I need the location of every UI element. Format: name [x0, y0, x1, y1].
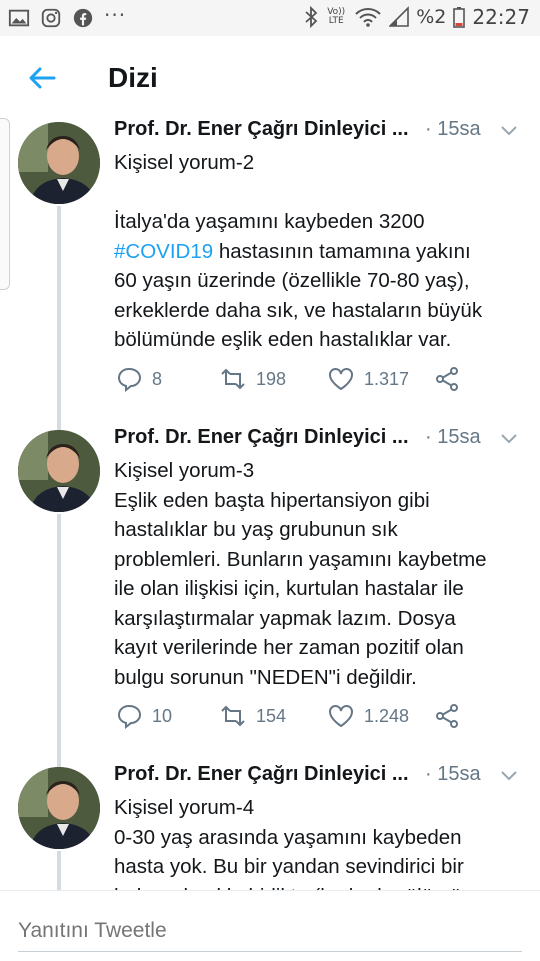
- wifi-icon: [355, 8, 381, 27]
- more-dots-icon: ···: [104, 3, 127, 27]
- share-button[interactable]: [434, 703, 460, 729]
- avatar-photo: [18, 122, 100, 204]
- reply-count: 10: [152, 705, 173, 726]
- text-line: Kişisel yorum-4: [114, 796, 255, 819]
- tweet-time: · 15sa: [425, 763, 481, 785]
- avatar-photo: [18, 767, 100, 849]
- tweet-text: Kişisel yorum-2 İtalya'da yaşamını kaybe…: [114, 148, 534, 355]
- page-title: Dizi: [108, 62, 158, 93]
- volte-icon: Vo)) LTE: [327, 7, 346, 26]
- avatar[interactable]: [18, 122, 100, 204]
- thread-line: [57, 514, 61, 774]
- reply-button[interactable]: 8: [116, 366, 162, 392]
- share-icon: [436, 367, 458, 391]
- retweet-button[interactable]: 154: [220, 703, 286, 729]
- signal-icon: [389, 6, 410, 27]
- instagram-icon: [41, 8, 61, 28]
- author-name[interactable]: Prof. Dr. Ener Çağrı Dinleyici ...: [114, 118, 409, 141]
- text-line: karşılaştırmalar yapmak lazım. Dosya: [114, 606, 456, 630]
- text-line: İtalya'da yaşamını kaybeden 3200: [114, 210, 425, 233]
- retweet-count: 154: [256, 705, 287, 726]
- battery-icon: [453, 7, 466, 28]
- avatar[interactable]: [18, 767, 100, 849]
- text-line: problemleri. Bunların yaşamını kaybetme: [114, 547, 487, 571]
- text-line: Eşlik eden başta hipertansiyon gibi: [114, 488, 430, 512]
- text-line: bulgu sorunun "NEDEN"i değildir.: [114, 665, 417, 689]
- tweet-text: Kişisel yorum-4 0-30 yaş arasında yaşamı…: [114, 793, 534, 890]
- facebook-icon: [73, 8, 93, 28]
- chevron-down-icon[interactable]: [500, 124, 518, 138]
- tweet-actions: 10 154 1.248: [114, 703, 534, 733]
- tweet-actions: 8 198 1.317: [114, 366, 534, 396]
- avatar-photo: [18, 430, 100, 512]
- text-line: Kişisel yorum-2: [114, 151, 255, 174]
- thread-line: [57, 851, 61, 890]
- app-bar: Dizi: [0, 36, 540, 118]
- retweet-button[interactable]: 198: [220, 366, 286, 392]
- chevron-down-icon[interactable]: [500, 432, 518, 446]
- retweet-icon: [221, 368, 245, 390]
- text-line: haber olmakla birlikte (bu kadar ölümün: [114, 882, 534, 891]
- tweet-time: · 15sa: [425, 118, 481, 140]
- text-line: 60 yaşın üzerinde (özellikle 70-80 yaş),: [114, 269, 470, 292]
- retweet-count: 198: [256, 368, 287, 389]
- chevron-down-icon[interactable]: [500, 769, 518, 783]
- text-line: bölümünde eşlik eden hastalıklar var.: [114, 328, 452, 351]
- reply-count: 8: [152, 368, 163, 389]
- thread-line: [57, 206, 61, 430]
- text-line: #COVID19 hastasının tamamına yakını: [114, 239, 471, 263]
- text-line: kayıt verilerinde her zaman pozitif olan: [114, 636, 464, 659]
- author-name[interactable]: Prof. Dr. Ener Çağrı Dinleyici ...: [114, 426, 409, 449]
- like-count: 1.317: [364, 368, 410, 389]
- text-line: erkeklerde daha sık, ve hastaların büyük: [114, 298, 483, 322]
- image-icon: [8, 9, 30, 27]
- retweet-icon: [221, 705, 245, 727]
- like-button[interactable]: 1.248: [328, 703, 409, 729]
- thread: Prof. Dr. Ener Çağrı Dinleyici ... · 15s…: [0, 118, 540, 890]
- heart-icon: [329, 368, 353, 391]
- tweet-time: · 15sa: [425, 426, 481, 448]
- text-line: ile olan ilişkisi için, kurtulan hastala…: [114, 577, 464, 600]
- reply-icon: [117, 367, 142, 392]
- share-icon: [436, 704, 458, 728]
- clock: 22:27: [472, 5, 530, 29]
- hashtag-link[interactable]: #COVID19: [114, 240, 213, 263]
- text-line: hastalıklar bu yaş grubunun sık: [114, 518, 398, 541]
- bluetooth-icon: [305, 6, 318, 28]
- reply-button[interactable]: 10: [116, 703, 172, 729]
- like-count: 1.248: [364, 705, 410, 726]
- like-button[interactable]: 1.317: [328, 366, 409, 392]
- text-line: [114, 178, 534, 208]
- reply-input[interactable]: [18, 911, 522, 952]
- reply-bar: [0, 890, 540, 961]
- back-arrow-icon[interactable]: [26, 62, 58, 94]
- author-name[interactable]: Prof. Dr. Ener Çağrı Dinleyici ...: [114, 763, 409, 786]
- heart-icon: [329, 705, 353, 728]
- battery-percent: %2: [416, 6, 447, 28]
- tweet-text: Kişisel yorum-3 Eşlik eden başta hiperta…: [114, 456, 534, 692]
- text-line: hasta yok. Bu bir yandan sevindirici bir: [114, 855, 464, 878]
- text-line: 0-30 yaş arasında yaşamını kaybeden: [114, 825, 462, 849]
- share-button[interactable]: [434, 366, 460, 392]
- reply-icon: [117, 704, 142, 729]
- status-bar: ··· Vo)) LTE %2 22:27: [0, 0, 540, 36]
- avatar[interactable]: [18, 430, 100, 512]
- text-line: Kişisel yorum-3: [114, 459, 255, 482]
